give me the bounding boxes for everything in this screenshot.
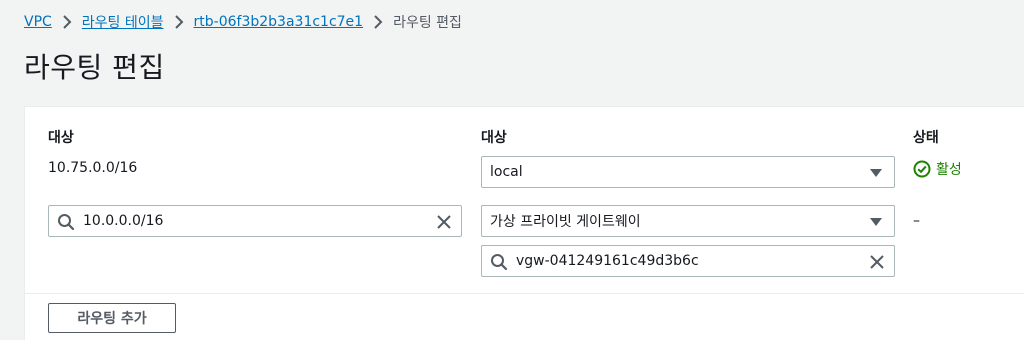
divider xyxy=(25,293,1024,294)
status-column-header: 상태 xyxy=(913,130,939,146)
route-1-destination: 10.75.0.0/16 xyxy=(48,160,138,176)
close-icon[interactable] xyxy=(868,253,886,271)
route-1-target-select-value: local xyxy=(490,164,523,180)
chevron-right-icon xyxy=(52,11,82,33)
destination-column-header: 대상 xyxy=(48,130,74,146)
search-icon xyxy=(491,254,508,271)
breadcrumb-current: 라우팅 편집 xyxy=(393,15,462,31)
breadcrumb: VPC 라우팅 테이블 rtb-06f3b2b3a31c1c7e1 라우팅 편집 xyxy=(24,11,462,33)
route-2-target-id-input[interactable] xyxy=(516,251,858,271)
breadcrumb-route-table-id-link[interactable]: rtb-06f3b2b3a31c1c7e1 xyxy=(194,14,364,30)
check-circle-icon xyxy=(913,160,931,178)
route-2-destination-input[interactable] xyxy=(83,211,425,231)
status-badge: 활성 xyxy=(913,159,962,179)
route-2-target-id-field[interactable] xyxy=(481,245,895,277)
target-column-header: 대상 xyxy=(481,130,507,146)
close-icon[interactable] xyxy=(435,213,453,231)
chevron-right-icon xyxy=(363,11,393,33)
breadcrumb-route-tables-link[interactable]: 라우팅 테이블 xyxy=(82,12,164,32)
caret-down-icon xyxy=(870,218,882,226)
route-2-target-select-value: 가상 프라이빗 게이트웨이 xyxy=(490,214,641,230)
route-1-target-select[interactable]: local xyxy=(481,156,895,188)
route-2-status: – xyxy=(913,213,920,229)
caret-down-icon xyxy=(870,169,882,177)
routes-panel: 대상 대상 상태 10.75.0.0/16 local 활성 가상 프라이빗 게… xyxy=(24,106,1024,340)
add-route-button[interactable]: 라우팅 추가 xyxy=(48,303,176,333)
chevron-right-icon xyxy=(164,11,194,33)
route-2-destination-field[interactable] xyxy=(48,205,462,237)
route-2-target-select[interactable]: 가상 프라이빗 게이트웨이 xyxy=(481,205,895,237)
page-title: 라우팅 편집 xyxy=(24,51,165,84)
status-text: 활성 xyxy=(936,162,962,178)
search-icon xyxy=(58,214,75,231)
breadcrumb-vpc-link[interactable]: VPC xyxy=(24,14,52,30)
